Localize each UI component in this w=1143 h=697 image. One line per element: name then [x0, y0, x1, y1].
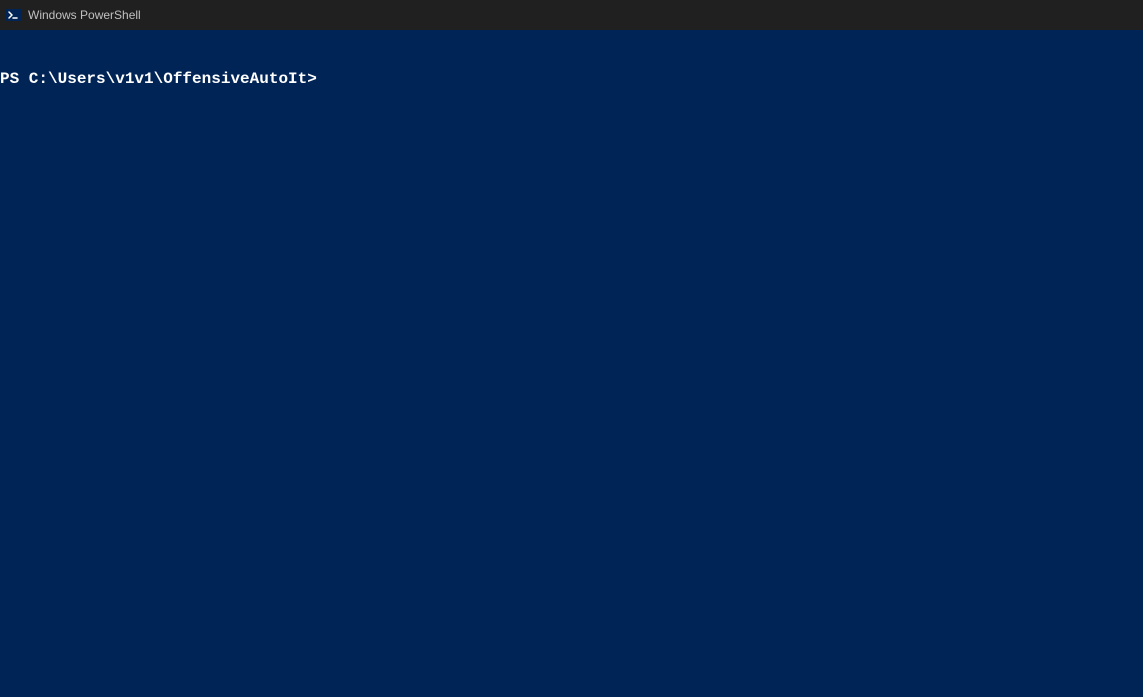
window-title: Windows PowerShell [28, 0, 141, 30]
terminal-input[interactable] [326, 70, 1143, 89]
titlebar[interactable]: Windows PowerShell [0, 0, 1143, 30]
terminal-area[interactable]: PS C:\Users\v1v1\OffensiveAutoIt> [0, 30, 1143, 697]
prompt-line: PS C:\Users\v1v1\OffensiveAutoIt> [0, 70, 1143, 89]
powershell-icon [6, 7, 22, 23]
prompt-text: PS C:\Users\v1v1\OffensiveAutoIt> [0, 70, 326, 89]
